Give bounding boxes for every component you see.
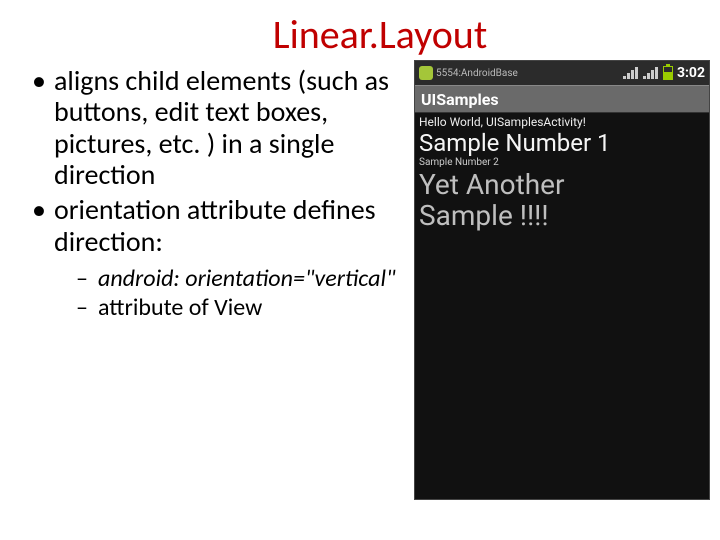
android-phone-mock: 5554:AndroidBase 3:02 UISamples Hello Wo… <box>414 60 710 500</box>
slide: Linear.Layout aligns child elements (suc… <box>0 0 720 540</box>
bullet-list: aligns child elements (such as buttons, … <box>26 65 420 323</box>
bullet-item: orientation attribute defines direction:… <box>26 194 420 322</box>
status-bar: 5554:AndroidBase 3:02 <box>415 61 709 85</box>
sub-bullet-item: android: orientation="vertical" <box>54 265 420 294</box>
sub-bullet-list: android: orientation="vertical" attribut… <box>54 265 420 323</box>
sub-bullet-item: attribute of View <box>54 294 420 323</box>
sample-3-text-line1: Yet Another <box>419 170 705 199</box>
slide-title: Linear.Layout <box>60 10 700 59</box>
hello-text: Hello World, UISamplesActivity! <box>419 115 705 129</box>
clock: 3:02 <box>677 65 705 81</box>
battery-icon <box>663 66 673 80</box>
signal-icon <box>643 67 659 79</box>
status-app-hint: 5554:AndroidBase <box>419 66 518 80</box>
android-icon <box>419 66 433 80</box>
status-right: 3:02 <box>623 65 705 81</box>
bullet-item: aligns child elements (such as buttons, … <box>26 65 420 190</box>
sample-3-text-line2: Sample !!!! <box>419 201 705 230</box>
bullet-text: orientation attribute defines direction: <box>54 192 376 258</box>
text-column: aligns child elements (such as buttons, … <box>20 65 420 327</box>
sample-2-text: Sample Number 2 <box>419 157 705 168</box>
status-left: 5554:AndroidBase <box>419 66 518 80</box>
app-title-bar: UISamples <box>415 85 709 113</box>
sub-bullet-text: android: orientation="vertical" <box>98 264 396 293</box>
sample-1-text: Sample Number 1 <box>419 131 705 155</box>
signal-icon <box>623 67 639 79</box>
app-body: Hello World, UISamplesActivity! Sample N… <box>415 113 709 233</box>
status-app-text: 5554:AndroidBase <box>436 68 518 79</box>
